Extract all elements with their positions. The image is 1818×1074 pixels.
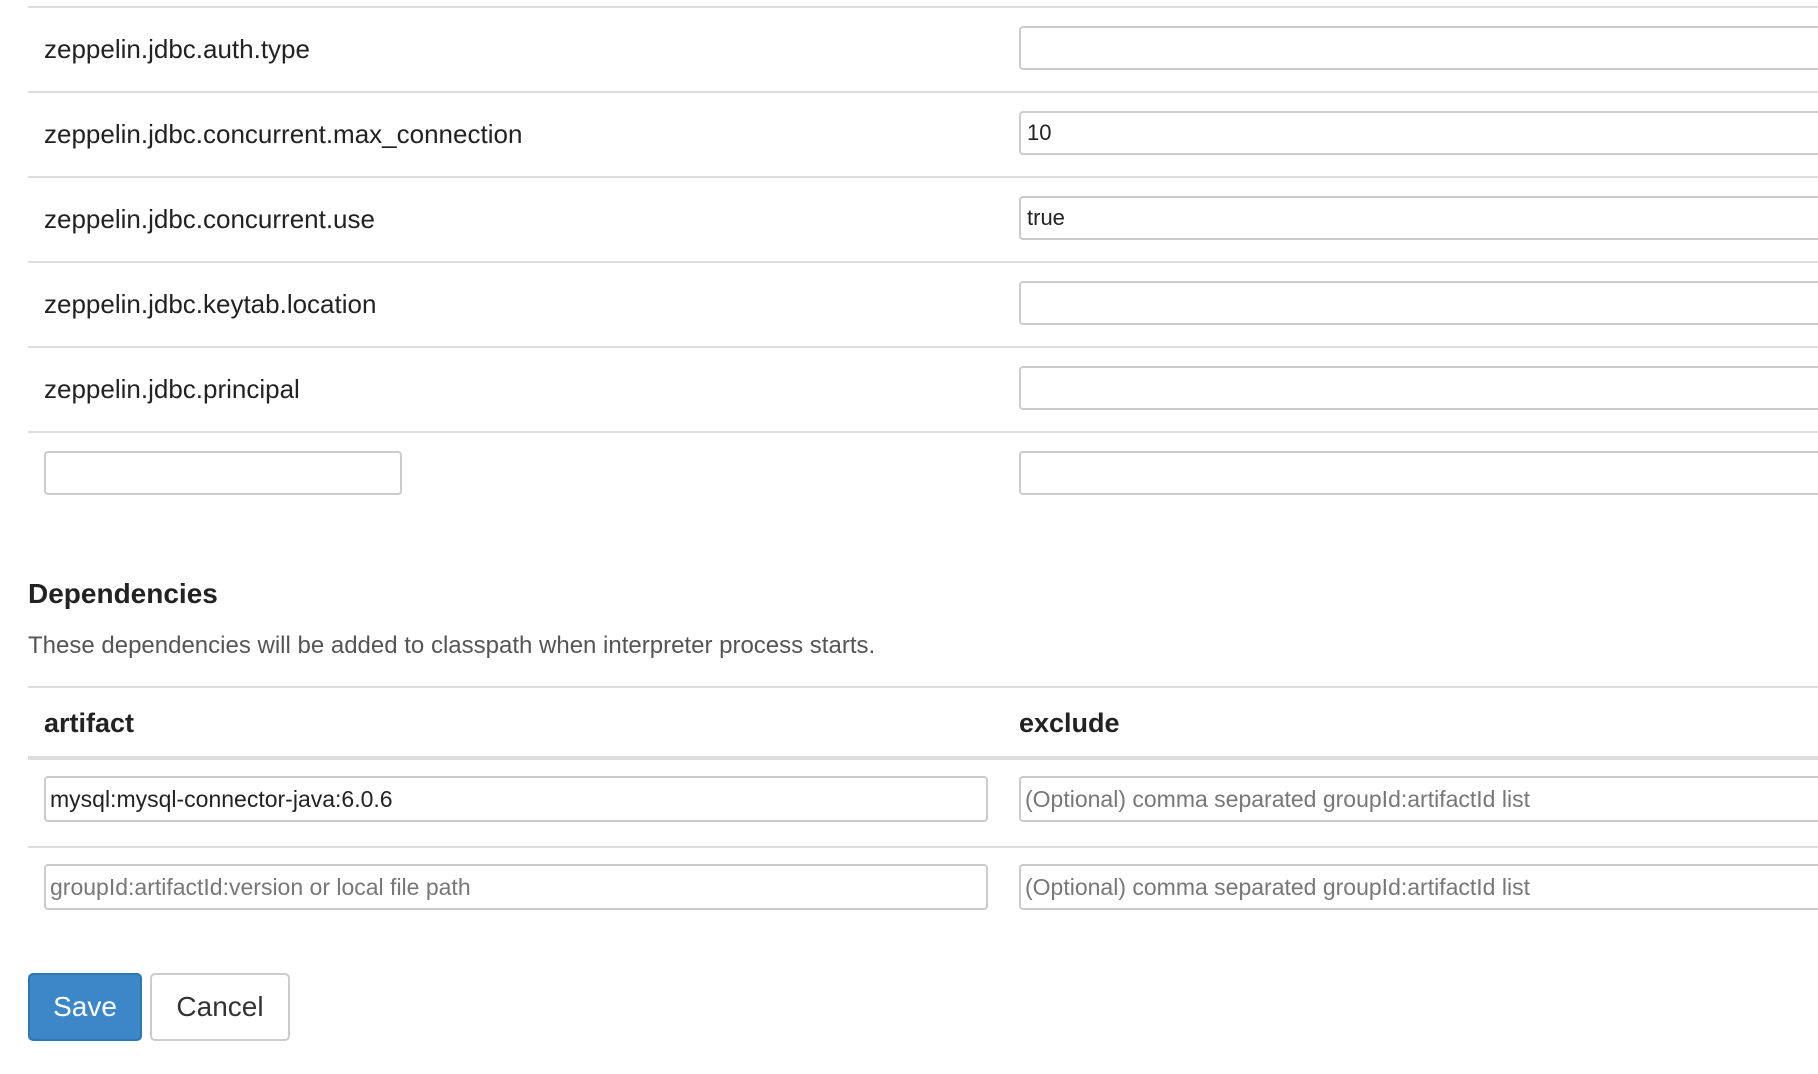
artifact-column-header: artifact bbox=[44, 708, 135, 738]
property-name: zeppelin.jdbc.principal bbox=[44, 374, 300, 404]
new-property-row bbox=[28, 431, 1818, 516]
save-button[interactable]: Save bbox=[28, 973, 142, 1041]
new-property-name-input[interactable] bbox=[44, 451, 402, 495]
property-row: zeppelin.jdbc.principal bbox=[28, 346, 1818, 431]
new-dependency-row bbox=[28, 846, 1818, 932]
new-artifact-input[interactable] bbox=[44, 864, 988, 910]
dependencies-description: These dependencies will be added to clas… bbox=[28, 632, 876, 659]
property-row: zeppelin.jdbc.auth.type bbox=[28, 6, 1818, 91]
artifact-input[interactable] bbox=[44, 776, 988, 822]
property-name: zeppelin.jdbc.auth.type bbox=[44, 34, 310, 64]
dependencies-title: Dependencies bbox=[28, 578, 218, 609]
property-value-input[interactable] bbox=[1019, 111, 1818, 155]
property-row: zeppelin.jdbc.concurrent.use bbox=[28, 176, 1818, 261]
property-value-input[interactable] bbox=[1019, 281, 1818, 325]
properties-table: zeppelin.jdbc.auth.type zeppelin.jdbc.co… bbox=[28, 6, 1818, 516]
property-value-input[interactable] bbox=[1019, 26, 1818, 70]
exclude-input[interactable] bbox=[1019, 776, 1818, 822]
property-row: zeppelin.jdbc.concurrent.max_connection bbox=[28, 91, 1818, 176]
dependencies-table: artifact exclude bbox=[28, 686, 1818, 932]
new-property-value-input[interactable] bbox=[1019, 451, 1818, 495]
dependency-row bbox=[28, 760, 1818, 846]
property-row: zeppelin.jdbc.keytab.location bbox=[28, 261, 1818, 346]
property-name: zeppelin.jdbc.concurrent.max_connection bbox=[44, 119, 523, 149]
exclude-column-header: exclude bbox=[1019, 708, 1120, 738]
property-name: zeppelin.jdbc.keytab.location bbox=[44, 289, 377, 319]
dependencies-table-header: artifact exclude bbox=[28, 686, 1818, 760]
interpreter-settings-page: zeppelin.jdbc.auth.type zeppelin.jdbc.co… bbox=[0, 0, 1818, 1074]
cancel-button[interactable]: Cancel bbox=[150, 973, 290, 1041]
property-value-input[interactable] bbox=[1019, 366, 1818, 410]
property-name: zeppelin.jdbc.concurrent.use bbox=[44, 204, 375, 234]
new-exclude-input[interactable] bbox=[1019, 864, 1818, 910]
property-value-input[interactable] bbox=[1019, 196, 1818, 240]
